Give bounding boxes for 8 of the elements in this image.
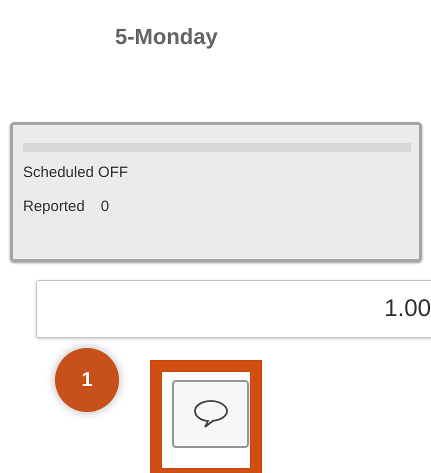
- reported-label: Reported: [23, 198, 85, 216]
- day-title: 5-Monday: [115, 23, 219, 50]
- hours-field[interactable]: 1.00: [36, 280, 431, 338]
- step-marker: 1: [55, 348, 119, 412]
- scheduled-text: Scheduled OFF: [23, 164, 130, 182]
- comment-button[interactable]: [172, 380, 249, 448]
- speech-bubble-icon: [192, 399, 228, 429]
- reported-value: 0: [100, 198, 110, 216]
